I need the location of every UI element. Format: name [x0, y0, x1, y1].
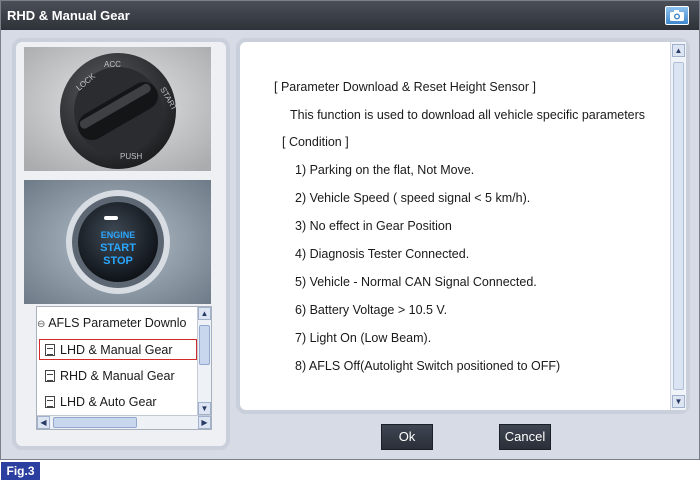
condition-item: 8) AFLS Off(Autolight Switch positioned … [295, 359, 561, 373]
condition-item: 2) Vehicle Speed ( speed signal < 5 km/h… [295, 191, 531, 205]
scroll-up-arrow-icon[interactable]: ▲ [198, 307, 211, 320]
start-stop-button-image: ENGINE START STOP [24, 180, 211, 304]
figure-label: Fig.3 [1, 462, 40, 480]
tree-parent-item[interactable]: ⊖ AFLS Parameter Downlo [37, 313, 197, 333]
ok-button[interactable]: Ok [381, 424, 433, 450]
tree-item-label: LHD & Auto Gear [60, 395, 157, 409]
scroll-down-arrow-icon[interactable]: ▼ [672, 395, 685, 408]
ignition-key-image: LOCK ACC START PUSH [24, 47, 211, 171]
cancel-button[interactable]: Cancel [499, 424, 551, 450]
tree-vertical-scrollbar[interactable]: ▲ ▼ [197, 307, 211, 415]
scrollbar-thumb[interactable] [673, 62, 684, 390]
selection-highlight [39, 339, 197, 360]
condition-item: 7) Light On (Low Beam). [295, 331, 432, 345]
collapse-toggle-icon[interactable]: ⊖ [37, 319, 45, 330]
button-label-engine: ENGINE [101, 230, 136, 240]
scroll-left-arrow-icon[interactable]: ◀ [37, 416, 50, 429]
title-bar: RHD & Manual Gear [1, 1, 699, 30]
condition-item: 3) No effect in Gear Position [295, 219, 452, 233]
tree-item-label: RHD & Manual Gear [60, 369, 175, 383]
tree-item-rhd-manual[interactable]: RHD & Manual Gear [45, 366, 197, 386]
key-label-push: PUSH [120, 152, 142, 161]
scroll-up-arrow-icon[interactable]: ▲ [672, 44, 685, 57]
condition-item: 5) Vehicle - Normal CAN Signal Connected… [295, 275, 537, 289]
right-panel: [ Parameter Download & Reset Height Sens… [236, 38, 690, 414]
button-label-start: START [100, 242, 136, 254]
section-header: [ Parameter Download & Reset Height Sens… [274, 80, 536, 94]
key-label-acc: ACC [104, 60, 121, 69]
scroll-down-arrow-icon[interactable]: ▼ [198, 402, 211, 415]
document-icon [45, 370, 55, 382]
function-tree[interactable]: ⊖ AFLS Parameter Downlo LHD & Manual Gea… [36, 306, 212, 430]
scrollbar-thumb[interactable] [199, 325, 210, 365]
scroll-right-arrow-icon[interactable]: ▶ [198, 416, 211, 429]
camera-icon[interactable] [665, 6, 689, 25]
window-title: RHD & Manual Gear [7, 8, 130, 23]
function-description: This function is used to download all ve… [290, 108, 646, 122]
content-vertical-scrollbar[interactable]: ▲ ▼ [670, 42, 686, 410]
condition-item: 1) Parking on the flat, Not Move. [295, 163, 475, 177]
scrollbar-thumb[interactable] [53, 417, 137, 428]
tree-item-lhd-auto[interactable]: LHD & Auto Gear [45, 392, 197, 412]
condition-item: 6) Battery Voltage > 10.5 V. [295, 303, 448, 317]
document-icon [45, 396, 55, 408]
tree-parent-label: AFLS Parameter Downlo [48, 316, 187, 330]
condition-item: 4) Diagnosis Tester Connected. [295, 247, 470, 261]
description-text-area: [ Parameter Download & Reset Height Sens… [240, 42, 670, 410]
tree-horizontal-scrollbar[interactable]: ◀ ▶ [37, 415, 211, 429]
button-label-stop: STOP [103, 255, 133, 267]
condition-header: [ Condition ] [282, 135, 349, 149]
